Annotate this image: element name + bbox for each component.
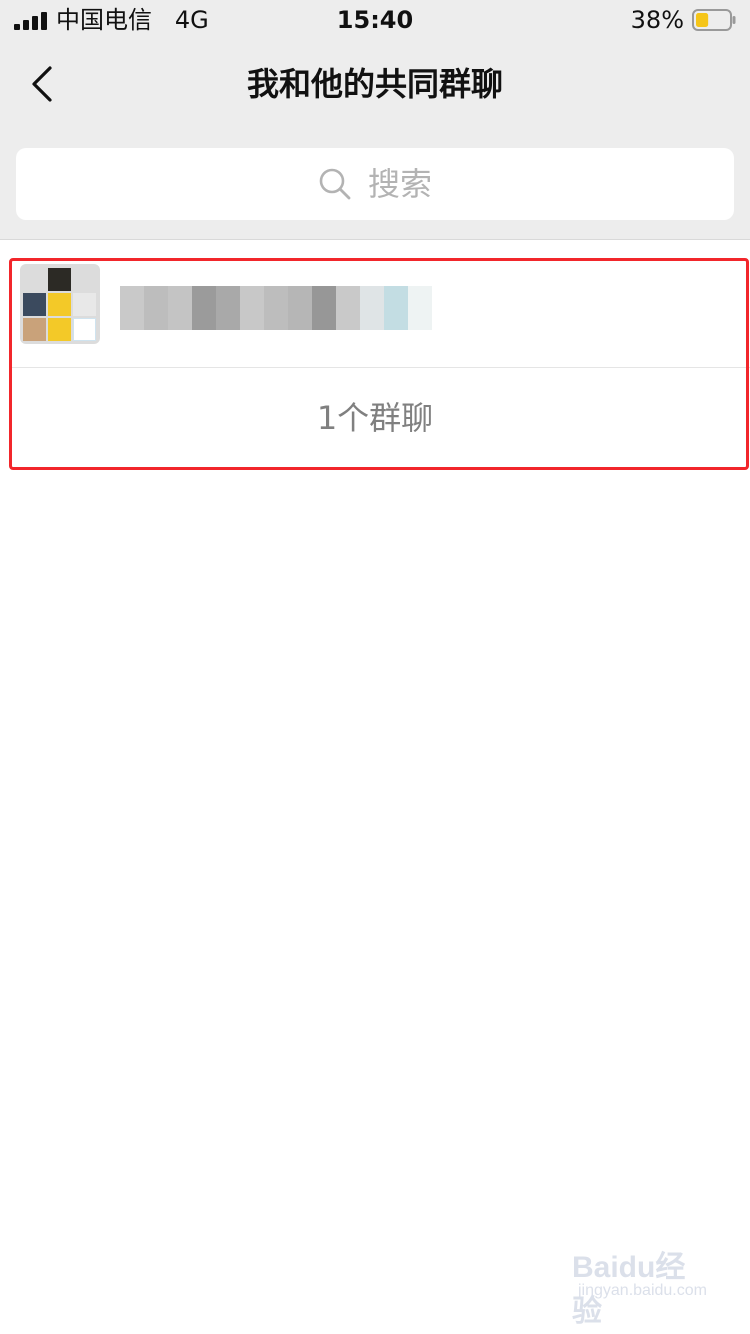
highlight-box <box>9 258 749 470</box>
page-title: 我和他的共同群聊 <box>246 65 503 103</box>
status-bar: 中国电信 4G 15:40 38% <box>0 0 750 40</box>
search-input[interactable]: 搜索 <box>16 148 734 220</box>
watermark-url: jingyan.baidu.com <box>578 1282 707 1299</box>
search-icon <box>319 168 351 200</box>
search-placeholder: 搜索 <box>367 165 432 203</box>
baidu-watermark: Baidu经验 jingyan.baidu.com <box>572 1242 712 1328</box>
battery-icon <box>692 9 736 31</box>
battery-percent: 38% <box>630 6 684 34</box>
